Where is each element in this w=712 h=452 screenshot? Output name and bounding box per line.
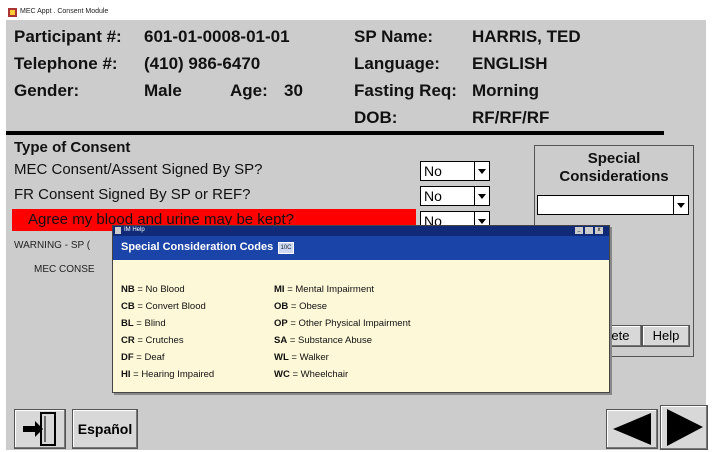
fr-consent-question: FR Consent Signed By SP or REF? [14,186,251,203]
code-description: = Walker [288,352,329,363]
fr-consent-value: No [424,188,442,204]
code-abbrev: MI [274,284,285,295]
special-title-line1: Special [587,150,641,167]
code-description: = Substance Abuse [287,335,372,346]
fasting-value: Morning [472,81,540,100]
code-abbrev: DF [121,352,134,363]
code-list-item: WL = Walker [274,352,329,363]
participant-label: Participant #: [14,27,122,46]
code-description: = No Blood [134,284,185,295]
code-list-item: DF = Deaf [121,352,165,363]
app-icon [115,227,121,234]
language-label: Language: [354,54,440,73]
code-abbrev: WC [274,369,290,380]
special-title-line2: Considerations [559,168,669,185]
dialog-window-title: IM Help [124,227,145,233]
code-abbrev: CR [121,335,135,346]
help-button[interactable]: Help [642,325,690,347]
minimize-icon[interactable]: _ [575,227,583,234]
section-divider [6,131,664,135]
chevron-down-icon[interactable] [474,187,489,205]
code-list-item: BL = Blind [121,318,166,329]
dialog-header: Special Consideration Codes 10C [113,236,609,260]
code-description: = Convert Blood [134,301,206,312]
exit-button[interactable] [14,409,66,449]
chevron-down-icon[interactable] [673,196,688,214]
dob-value: RF/RF/RF [472,108,550,127]
code-list-item: WC = Wheelchair [274,369,348,380]
window-titlebar: MEC Appt . Consent Module [6,6,706,21]
back-button[interactable] [606,409,658,449]
mec-consent-select[interactable]: No [420,161,490,181]
age-label: Age: [230,81,268,100]
chevron-down-icon[interactable] [474,162,489,180]
code-list-item: OB = Obese [274,301,327,312]
espanol-button[interactable]: Español [72,409,138,449]
app-icon [8,8,17,17]
fasting-label: Fasting Req: [354,81,457,100]
age-value: 30 [284,81,303,100]
mec-conse-text: MEC CONSE [34,264,95,275]
code-list-item: CB = Convert Blood [121,301,206,312]
telephone-label: Telephone #: [14,54,118,73]
language-value: ENGLISH [472,54,548,73]
mec-consent-question: MEC Consent/Assent Signed By SP? [14,161,263,178]
telephone-value: (410) 986-6470 [144,54,261,73]
code-list-item: MI = Mental Impairment [274,284,374,295]
maximize-icon[interactable] [585,227,593,234]
close-icon[interactable]: x [595,227,603,234]
gender-label: Gender: [14,81,80,100]
sp-name-value: HARRIS, TED [472,27,581,46]
special-considerations-select[interactable] [537,195,689,215]
back-arrow-icon [613,413,651,445]
dob-label: DOB: [354,108,398,127]
consent-section-title: Type of Consent [14,139,131,156]
forward-button[interactable] [660,405,708,450]
exit-door-icon [23,412,56,446]
code-list-item: HI = Hearing Impaired [121,369,214,380]
code-description: = Other Physical Impairment [287,318,411,329]
code-description: = Deaf [133,352,165,363]
code-abbrev: HI [121,369,131,380]
code-description: = Mental Impairment [284,284,375,295]
code-abbrev: NB [121,284,135,295]
code-list-item: CR = Crutches [121,335,184,346]
code-list-item: OP = Other Physical Impairment [274,318,411,329]
dialog-titlebar: IM Help _ x [113,226,609,236]
special-codes-dialog: IM Help _ x Special Consideration Codes … [112,225,610,393]
code-description: = Crutches [134,335,184,346]
dialog-header-title: Special Consideration Codes [121,241,274,253]
code-abbrev: OP [274,318,288,329]
code-abbrev: OB [274,301,289,312]
gender-value: Male [144,81,182,100]
code-abbrev: WL [274,352,289,363]
mec-consent-value: No [424,163,442,179]
code-description: = Hearing Impaired [130,369,215,380]
code-abbrev: SA [274,335,288,346]
code-abbrev: CB [121,301,135,312]
participant-value: 601-01-0008-01-01 [144,27,290,46]
code-description: = Obese [288,301,328,312]
code-list-item: SA = Substance Abuse [274,335,372,346]
dialog-badge: 10C [278,242,294,254]
warning-text: WARNING - SP ( [14,240,91,251]
code-description: = Blind [133,318,166,329]
window-title: MEC Appt . Consent Module [20,8,109,15]
code-description: = Wheelchair [289,369,349,380]
code-abbrev: BL [121,318,134,329]
fr-consent-select[interactable]: No [420,186,490,206]
code-list-item: NB = No Blood [121,284,185,295]
forward-arrow-icon [667,409,703,446]
sp-name-label: SP Name: [354,27,434,46]
